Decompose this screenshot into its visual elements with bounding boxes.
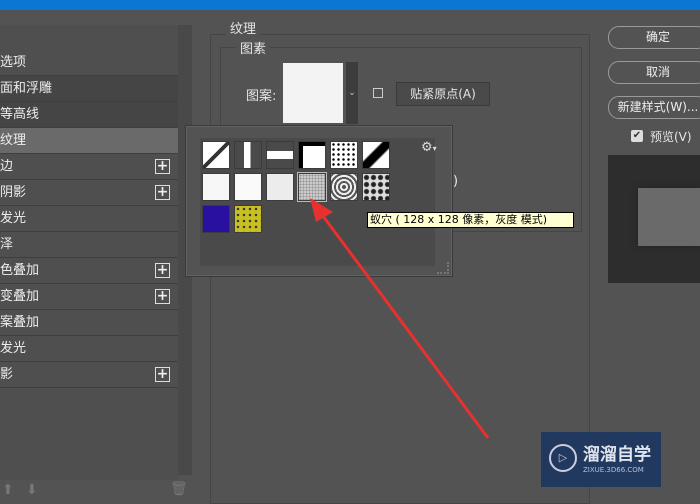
preview-swatch (638, 188, 700, 246)
new-style-button[interactable]: 新建样式(W)... (608, 96, 700, 119)
watermark-url: ZIXUE.3D66.COM (583, 466, 644, 474)
style-preview (608, 155, 700, 283)
watermark-title: 溜溜自学 (583, 445, 651, 465)
preview-checkbox[interactable]: ✔ (631, 130, 643, 142)
red-arrow-annotation (310, 198, 490, 439)
preview-label: 预览(V) (650, 130, 692, 144)
play-logo-icon: ▷ (549, 444, 577, 472)
cancel-button[interactable]: 取消 (608, 61, 700, 84)
ok-button[interactable]: 确定 (608, 26, 700, 49)
watermark: ▷ 溜溜自学 ZIXUE.3D66.COM (541, 432, 661, 487)
